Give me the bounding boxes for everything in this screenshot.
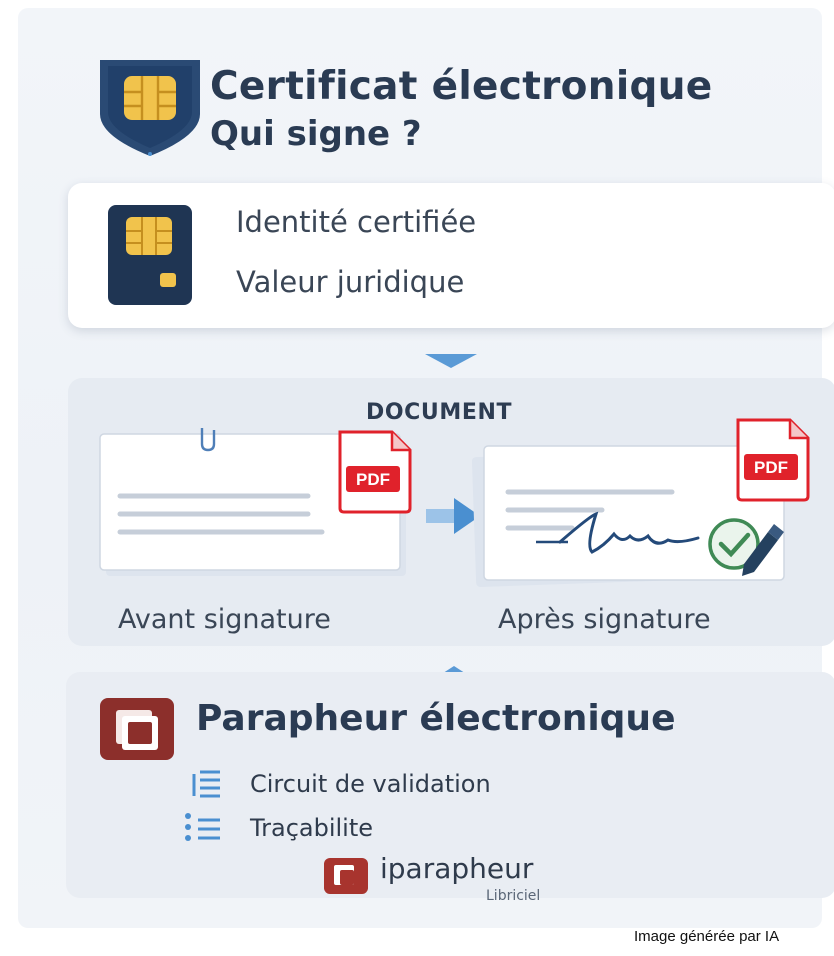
legal-value-label: Valeur juridique (236, 265, 465, 299)
libriciel-label: Libriciel (486, 888, 541, 904)
ai-credit-label: Image générée par IA (634, 928, 780, 945)
shield-chip-icon (100, 60, 200, 156)
before-signature-label: Avant signature (118, 604, 331, 635)
document-after-icon: PDF (472, 418, 810, 587)
pdf-badge-before: PDF (356, 470, 390, 489)
iparapheur-name: iparapheur (380, 852, 534, 885)
document-section: DOCUMENT PDF PDF Avant signature Après s… (68, 378, 834, 646)
traceability-label: Traçabilite (250, 814, 374, 842)
arrow-down-icon (425, 354, 477, 368)
pdf-badge-after: PDF (754, 458, 788, 477)
iparapheur-logo-icon (324, 858, 368, 894)
title-line-1: Certificat électronique (210, 64, 713, 109)
identity-certified-label: Identité certifiée (236, 205, 477, 239)
stacked-squares-logo-icon (100, 698, 174, 760)
title-line-2: Qui signe ? (210, 114, 422, 154)
validation-circuit-label: Circuit de validation (250, 770, 491, 798)
infographic-panel: Certificat électronique Qui signe ? Iden… (18, 8, 834, 928)
smart-card-icon (108, 205, 192, 305)
parapheur-section: Parapheur électronique Circuit de valida… (66, 672, 834, 904)
document-before-icon: PDF (99, 428, 412, 576)
identity-card: Identité certifiée Valeur juridique (68, 183, 834, 328)
pdf-file-icon: PDF (338, 430, 412, 514)
after-signature-label: Après signature (498, 604, 711, 635)
pdf-file-icon: PDF (736, 418, 810, 502)
parapheur-title: Parapheur électronique (196, 698, 676, 739)
list-icon (192, 770, 220, 798)
bullet-list-icon (185, 813, 220, 841)
